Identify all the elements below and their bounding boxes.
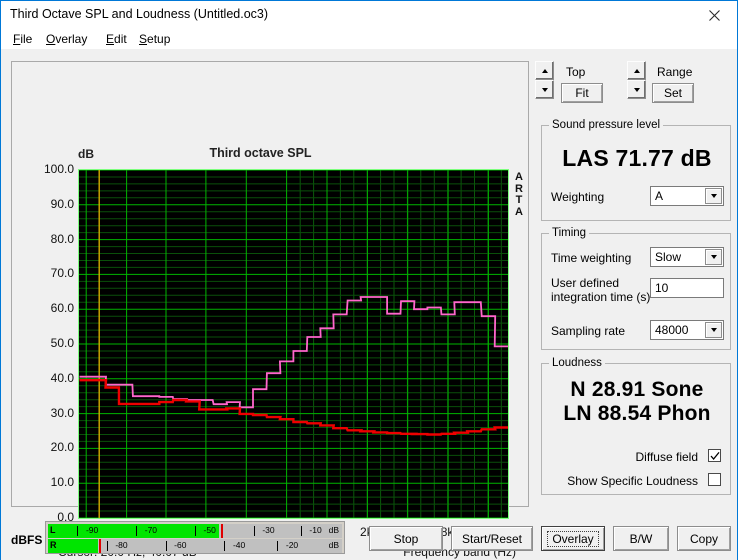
range-spinner-down[interactable] xyxy=(627,80,646,99)
meter-tick-label: -20 xyxy=(285,540,299,550)
meter-tick-label: -90 xyxy=(85,525,99,535)
y-tick-label: 50.0 xyxy=(50,336,74,350)
level-meter-left: L -90 -70 -50 -30 -10 dB xyxy=(48,524,342,538)
top-label: Top xyxy=(566,65,586,79)
level-meters: L -90 -70 -50 -30 -10 dB R -80 -60 -40 -20 dB xyxy=(45,521,345,554)
menu-bar: File Overlay Edit Setup xyxy=(1,29,737,49)
y-tick-label: 100.0 xyxy=(43,162,74,176)
meter-tick-label: -10 xyxy=(309,525,322,535)
meter-channel-label: L xyxy=(50,525,56,535)
arta-watermark: ARTA xyxy=(515,171,523,218)
sampling-rate-select[interactable]: 48000 xyxy=(650,320,724,340)
meter-tick-label: -80 xyxy=(115,540,128,550)
y-tick-label: 30.0 xyxy=(50,405,74,420)
range-label: Range xyxy=(657,65,693,79)
start-reset-button[interactable]: Start/Reset xyxy=(451,526,533,551)
chevron-down-icon[interactable] xyxy=(705,249,722,265)
spl-plot[interactable] xyxy=(78,169,509,519)
weighting-value: A xyxy=(655,189,664,203)
meter-peak-indicator xyxy=(221,524,224,538)
spl-group-caption: Sound pressure level xyxy=(549,119,664,131)
show-specific-loudness-label: Show Specific Loudness xyxy=(567,474,698,488)
meter-tick xyxy=(165,541,167,551)
copy-button[interactable]: Copy xyxy=(677,526,731,551)
range-spinner-up[interactable] xyxy=(627,61,646,80)
chevron-down-icon[interactable] xyxy=(705,322,722,338)
meter-unit-label: dB xyxy=(328,540,339,550)
range-spinner[interactable] xyxy=(627,61,646,99)
y-axis-tick-labels: 100.0 90.0 80.0 70.0 60.0 50.0 40.0 30.0 20.0 10.… xyxy=(12,62,74,524)
set-button[interactable]: Set xyxy=(652,83,694,103)
meter-tick xyxy=(253,526,255,536)
y-tick-label: 90.0 xyxy=(50,196,74,211)
integration-time-input[interactable]: 10 xyxy=(650,278,724,298)
window-title: Third Octave SPL and Loudness (Untitled.… xyxy=(10,7,269,21)
bw-button[interactable]: B/W xyxy=(613,526,669,551)
y-tick-label: 20.0 xyxy=(50,440,74,455)
diffuse-field-checkbox[interactable] xyxy=(708,449,721,462)
integration-time-value: 10 xyxy=(655,281,669,295)
meter-unit-label: dB xyxy=(328,525,339,535)
dbfs-label: dBFS xyxy=(11,533,43,547)
weighting-label: Weighting xyxy=(551,190,605,204)
timing-group-caption: Timing xyxy=(549,227,590,239)
weighting-select[interactable]: A xyxy=(650,186,724,206)
close-icon[interactable] xyxy=(692,1,737,29)
meter-channel-label: R xyxy=(50,540,57,550)
meter-tick-label: -40 xyxy=(232,540,246,550)
spl-readout: LAS 71.77 dB xyxy=(562,145,712,171)
timing-group: Timing Time weighting Slow User defined … xyxy=(541,227,731,350)
time-weighting-value: Slow xyxy=(655,250,682,264)
title-bar: Third Octave SPL and Loudness (Untitled.… xyxy=(1,1,737,29)
y-tick-label: 40.0 xyxy=(50,370,74,385)
meter-tick-label: -50 xyxy=(203,525,216,535)
y-tick-label: 10.0 xyxy=(50,475,74,490)
top-spinner-up[interactable] xyxy=(535,61,554,80)
loudness-group: Loudness N 28.91 Sone LN 88.54 Phon Diff… xyxy=(541,357,731,495)
loudness-group-caption: Loudness xyxy=(549,357,605,369)
menu-item-edit[interactable]: Edit xyxy=(101,31,132,47)
sampling-rate-label: Sampling rate xyxy=(551,324,626,338)
time-weighting-label: Time weighting xyxy=(551,251,632,265)
meter-tick xyxy=(136,526,138,536)
y-tick-label: 80.0 xyxy=(50,231,74,246)
meter-tick-label: -30 xyxy=(262,525,275,535)
meter-tick xyxy=(224,541,226,551)
chevron-down-icon[interactable] xyxy=(705,188,722,204)
sound-pressure-level-group: Sound pressure level LAS 71.77 dB Weight… xyxy=(541,119,731,221)
client-area: dB Third octave SPL 100.0 90.0 80.0 70.0 60.… xyxy=(1,49,737,560)
meter-tick xyxy=(77,526,79,536)
show-specific-loudness-checkbox[interactable] xyxy=(708,473,721,486)
meter-tick xyxy=(195,526,196,536)
meter-peak-indicator xyxy=(99,539,102,553)
integration-time-label-line2: integration time (s) xyxy=(551,290,651,304)
menu-item-file[interactable]: File xyxy=(8,31,37,47)
meter-fill xyxy=(48,524,219,538)
fit-button[interactable]: Fit xyxy=(561,83,603,103)
loudness-sone-readout: N 28.91 Sone xyxy=(570,378,704,401)
meter-tick-label: -60 xyxy=(174,540,187,550)
y-tick-label: 70.0 xyxy=(50,266,74,281)
meter-tick xyxy=(106,541,108,551)
sampling-rate-value: 48000 xyxy=(655,323,689,337)
integration-time-label-line1: User defined xyxy=(551,276,620,290)
stop-button[interactable]: Stop xyxy=(369,526,443,551)
overlay-button[interactable]: Overlay xyxy=(541,526,605,551)
meter-tick xyxy=(277,541,279,551)
top-spinner-down[interactable] xyxy=(535,80,554,99)
bottom-bar: dBFS L -90 -70 -50 -30 -10 dB R -80 -60 -40 -20 dB … xyxy=(1,515,737,560)
top-spinner[interactable] xyxy=(535,61,554,99)
chart-title: Third octave SPL xyxy=(209,146,312,160)
meter-tick-label: -70 xyxy=(144,525,158,535)
graph-panel: dB Third octave SPL 100.0 90.0 80.0 70.0 60.… xyxy=(11,61,529,559)
y-tick-label: 60.0 xyxy=(50,301,74,316)
menu-item-setup[interactable]: Setup xyxy=(134,31,175,47)
level-meter-right: R -80 -60 -40 -20 dB xyxy=(48,539,342,553)
application-window: Third Octave SPL and Loudness (Untitled.… xyxy=(0,0,738,560)
time-weighting-select[interactable]: Slow xyxy=(650,247,724,267)
menu-item-overlay[interactable]: Overlay xyxy=(41,31,92,47)
diffuse-field-label: Diffuse field xyxy=(635,450,698,464)
meter-tick xyxy=(300,526,302,536)
loudness-phon-readout: LN 88.54 Phon xyxy=(563,402,711,425)
